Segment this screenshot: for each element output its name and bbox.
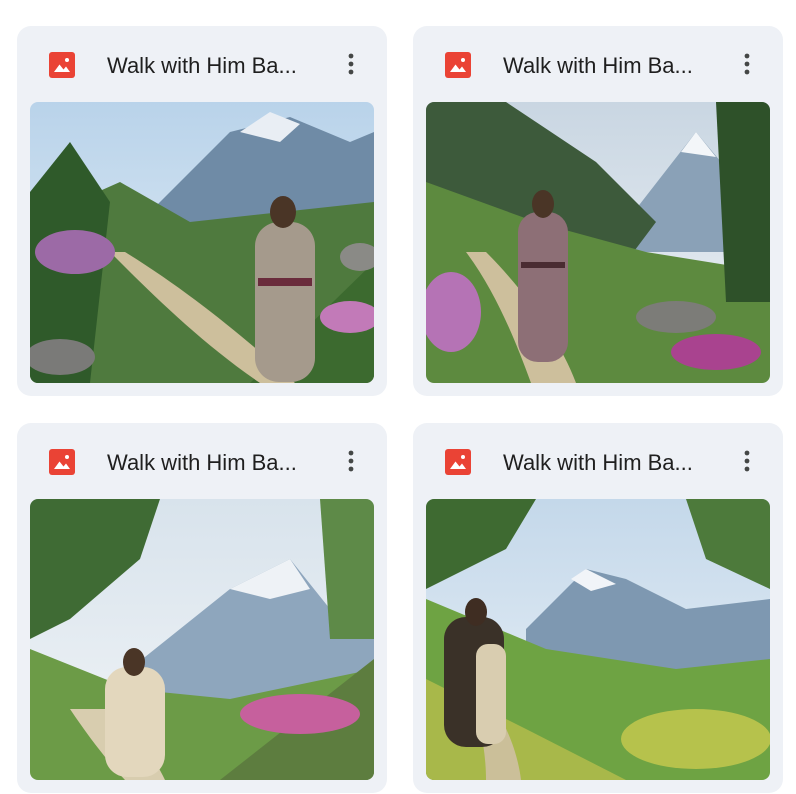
- file-card-3[interactable]: Walk with Him Ba...: [17, 423, 387, 793]
- image-thumbnail[interactable]: [30, 102, 374, 383]
- image-file-icon: [48, 448, 76, 476]
- image-file-icon: [444, 51, 472, 79]
- image-thumbnail[interactable]: [426, 102, 770, 383]
- file-card-4[interactable]: Walk with Him Ba...: [413, 423, 783, 793]
- more-options-icon[interactable]: [729, 443, 765, 479]
- file-card-header: Walk with Him Ba...: [17, 26, 387, 102]
- file-title[interactable]: Walk with Him Ba...: [107, 51, 317, 81]
- more-options-icon[interactable]: [729, 46, 765, 82]
- file-title[interactable]: Walk with Him Ba...: [107, 448, 317, 478]
- file-card-header: Walk with Him Ba...: [413, 423, 783, 499]
- file-card-header: Walk with Him Ba...: [413, 26, 783, 102]
- more-options-icon[interactable]: [333, 46, 369, 82]
- image-file-icon: [48, 51, 76, 79]
- more-options-icon[interactable]: [333, 443, 369, 479]
- image-file-icon: [444, 448, 472, 476]
- file-title[interactable]: Walk with Him Ba...: [503, 51, 713, 81]
- file-card-header: Walk with Him Ba...: [17, 423, 387, 499]
- image-thumbnail[interactable]: [426, 499, 770, 780]
- file-card-1[interactable]: Walk with Him Ba...: [17, 26, 387, 396]
- file-title[interactable]: Walk with Him Ba...: [503, 448, 713, 478]
- image-thumbnail[interactable]: [30, 499, 374, 780]
- file-card-2[interactable]: Walk with Him Ba...: [413, 26, 783, 396]
